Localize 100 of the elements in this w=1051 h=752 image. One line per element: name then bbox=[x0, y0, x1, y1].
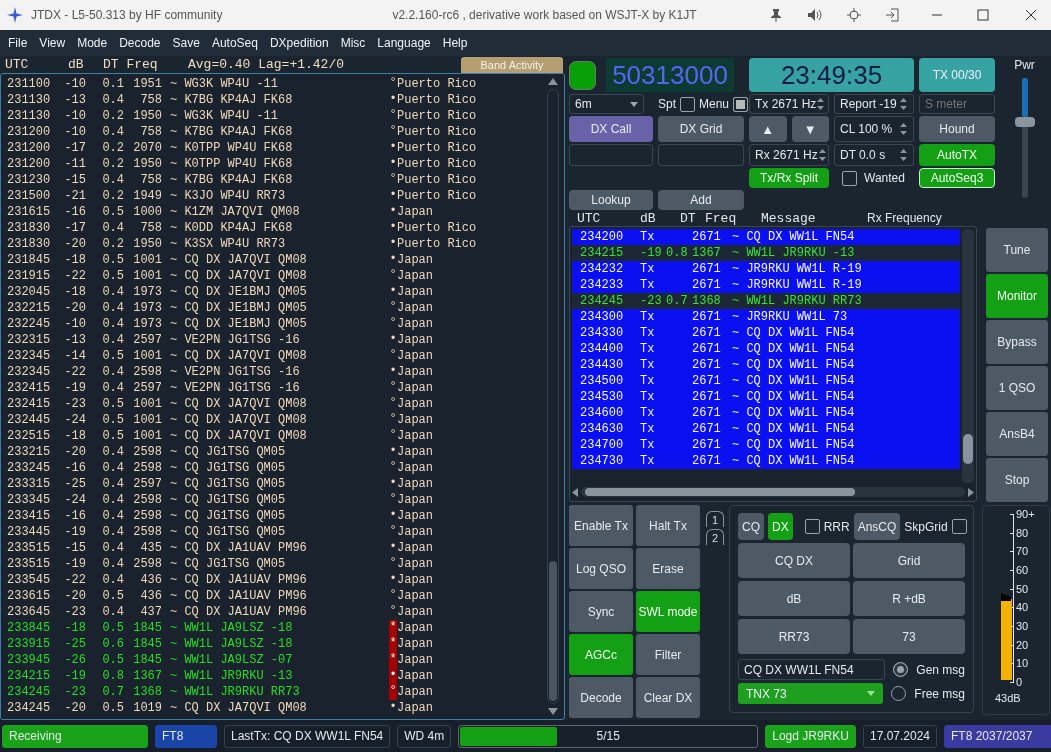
maximize-icon[interactable] bbox=[977, 9, 989, 21]
menu-item[interactable]: Language bbox=[371, 36, 437, 50]
control-button[interactable]: AGCc bbox=[569, 634, 633, 675]
utc-cell-text: 232415 bbox=[7, 381, 52, 395]
message-row[interactable]: 234730 Tx 2671 ~ CQ DX WW1L FN54 bbox=[572, 453, 960, 469]
pin-icon[interactable] bbox=[769, 8, 783, 22]
dt-cell-text: 0.4 bbox=[101, 301, 124, 315]
control-button[interactable]: Enable Tx bbox=[569, 505, 633, 546]
dt-cell-text: 0.2 bbox=[101, 237, 124, 251]
tx-frequency-spinbox[interactable]: Tx 2671 Hz bbox=[749, 94, 829, 114]
dx-grid-button[interactable]: DX Grid bbox=[658, 116, 744, 142]
dx-grid-field[interactable] bbox=[658, 144, 744, 166]
tab[interactable]: 2 bbox=[706, 529, 724, 545]
generated-message-field[interactable]: CQ DX WW1L FN54 bbox=[738, 659, 886, 680]
wanted-checkbox[interactable] bbox=[842, 170, 857, 186]
control-button[interactable]: Sync bbox=[569, 591, 633, 632]
scroll-down-icon[interactable] bbox=[548, 708, 558, 715]
add-button[interactable]: Add bbox=[658, 190, 744, 210]
menu-item[interactable]: Misc bbox=[334, 36, 372, 50]
split-button[interactable]: Tx/Rx Split bbox=[749, 168, 829, 188]
autotx-button[interactable]: AutoTX bbox=[919, 144, 995, 166]
menu-item[interactable]: View bbox=[33, 36, 72, 50]
radio-button[interactable] bbox=[893, 662, 909, 677]
message-row[interactable]: 234400 Tx 2671 ~ CQ DX WW1L FN54 bbox=[572, 341, 960, 357]
message-row[interactable]: 234500 Tx 2671 ~ CQ DX WW1L FN54 bbox=[572, 373, 960, 389]
dx-call-button[interactable]: DX Call bbox=[569, 116, 653, 142]
skip-grid-checkbox[interactable] bbox=[951, 519, 967, 534]
message-button[interactable]: CQ DX bbox=[738, 543, 850, 578]
message-row[interactable]: 234300 Tx 2671 ~ JR9RKU WW1L 73 bbox=[572, 309, 960, 325]
rrr-checkbox[interactable] bbox=[804, 519, 820, 534]
message-row[interactable]: 234330 Tx 2671 ~ CQ DX WW1L FN54 bbox=[572, 325, 960, 341]
message-row[interactable]: 234232 Tx 2671 ~ JR9RKU WW1L R-19 bbox=[572, 261, 960, 277]
message-row[interactable]: 234215 -19 0.8 1367 ~ WW1L JR9RKU -13 bbox=[572, 245, 960, 261]
control-button[interactable]: Clear DX bbox=[636, 677, 700, 718]
scroll-right-icon[interactable] bbox=[968, 487, 974, 497]
scrollbar-thumb[interactable] bbox=[585, 488, 855, 496]
message-row[interactable]: 234600 Tx 2671 ~ CQ DX WW1L FN54 bbox=[572, 405, 960, 421]
dt-spinbox[interactable]: DT 0.0 s bbox=[834, 144, 914, 166]
message-row[interactable]: 234700 Tx 2671 ~ CQ DX WW1L FN54 bbox=[572, 437, 960, 453]
control-button[interactable]: Decode bbox=[569, 677, 633, 718]
control-button[interactable]: Filter bbox=[636, 634, 700, 675]
down-button[interactable]: ▼ bbox=[791, 116, 829, 142]
side-button[interactable]: Stop bbox=[986, 458, 1048, 502]
speaker-icon[interactable] bbox=[807, 8, 823, 22]
control-button[interactable]: Halt Tx bbox=[636, 505, 700, 546]
sign-in-icon[interactable] bbox=[885, 8, 899, 22]
ans-cq-button[interactable]: AnsCQ bbox=[853, 513, 901, 540]
lookup-button[interactable]: Lookup bbox=[569, 190, 653, 210]
menu-item[interactable]: DXpedition bbox=[263, 36, 335, 50]
message-button[interactable]: Grid bbox=[853, 543, 965, 578]
menu-item[interactable]: Save bbox=[166, 36, 206, 50]
message-row[interactable]: 234630 Tx 2671 ~ CQ DX WW1L FN54 bbox=[572, 421, 960, 437]
cq-button[interactable]: CQ bbox=[738, 513, 764, 540]
control-button[interactable]: Erase bbox=[636, 548, 700, 589]
side-button[interactable]: Monitor bbox=[986, 274, 1048, 318]
message-row[interactable]: 234233 Tx 2671 ~ JR9RKU WW1L R-19 bbox=[572, 277, 960, 293]
scroll-up-icon[interactable] bbox=[548, 78, 558, 85]
band-dropdown[interactable]: 6m bbox=[569, 94, 644, 114]
menu-item[interactable]: Decode bbox=[113, 36, 167, 50]
dx-button[interactable]: DX bbox=[768, 513, 793, 540]
cl-spinbox[interactable]: CL 100 % bbox=[834, 116, 914, 142]
message-button[interactable]: dB bbox=[738, 581, 850, 616]
spot-checkbox[interactable] bbox=[680, 96, 695, 112]
scrollbar-thumb[interactable] bbox=[549, 561, 557, 701]
tab[interactable]: 1 bbox=[706, 511, 724, 527]
side-button[interactable]: Bypass bbox=[986, 320, 1048, 364]
dx-call-field[interactable] bbox=[569, 144, 653, 166]
hound-button[interactable]: Hound bbox=[919, 116, 995, 142]
rx-frequency-spinbox[interactable]: Rx 2671 Hz bbox=[749, 144, 829, 166]
message-button[interactable]: R +dB bbox=[853, 581, 965, 616]
freq-cell-text: 2598 bbox=[132, 445, 162, 459]
control-button[interactable]: SWL mode bbox=[636, 591, 700, 632]
message-row[interactable]: 234430 Tx 2671 ~ CQ DX WW1L FN54 bbox=[572, 357, 960, 373]
message-row[interactable]: 234200 Tx 2671 ~ CQ DX WW1L FN54 bbox=[572, 229, 960, 245]
close-icon[interactable] bbox=[1025, 9, 1037, 21]
side-button[interactable]: 1 QSO bbox=[986, 366, 1048, 410]
report-spinbox[interactable]: Report -19 bbox=[834, 94, 914, 114]
side-button[interactable]: Tune bbox=[986, 228, 1048, 272]
menu-checkbox[interactable] bbox=[733, 96, 749, 112]
scale-label: 80 bbox=[1016, 526, 1029, 539]
message-button[interactable]: RR73 bbox=[738, 619, 850, 654]
crosshair-icon[interactable] bbox=[847, 8, 861, 22]
message-row[interactable]: 234245 -23 0.7 1368 ~ WW1L JR9RKU RR73 bbox=[572, 293, 960, 309]
menu-item[interactable]: Help bbox=[436, 36, 474, 50]
scrollbar-thumb[interactable] bbox=[963, 434, 973, 464]
up-button[interactable]: ▲ bbox=[749, 116, 787, 142]
radio-button[interactable] bbox=[891, 686, 907, 701]
power-slider[interactable] bbox=[1014, 78, 1035, 198]
control-button[interactable]: Log QSO bbox=[569, 548, 633, 589]
scroll-left-icon[interactable] bbox=[572, 487, 578, 497]
menu-item[interactable]: Mode bbox=[71, 36, 114, 50]
slider-thumb[interactable] bbox=[1014, 116, 1035, 127]
message-cell-text: ~ CQ DX JA1UAV PM96 bbox=[169, 541, 308, 555]
message-button[interactable]: 73 bbox=[853, 619, 965, 654]
side-button[interactable]: AnsB4 bbox=[986, 412, 1048, 456]
s-meter-field[interactable]: S meter bbox=[919, 94, 995, 114]
menu-item[interactable]: File bbox=[2, 36, 34, 50]
autoseq-button[interactable]: AutoSeq3 bbox=[919, 168, 995, 188]
menu-item[interactable]: AutoSeq bbox=[205, 36, 264, 50]
message-row[interactable]: 234530 Tx 2671 ~ CQ DX WW1L FN54 bbox=[572, 389, 960, 405]
